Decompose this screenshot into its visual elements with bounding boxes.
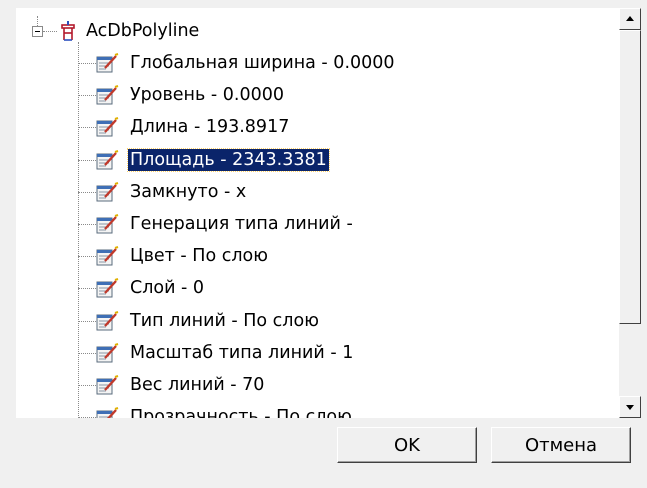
scroll-down-button[interactable] [619,396,641,418]
tree-line [78,159,96,161]
tree-line [78,417,96,418]
tree-line [37,16,38,26]
property-icon [96,246,119,266]
tree-root-node[interactable]: AcDbPolyline [60,15,201,47]
tree-line [78,191,96,193]
tree-item[interactable]: Прозрачность - По слою [96,401,354,418]
tree-item-label: Длина - 193.8917 [130,117,290,138]
tree-item[interactable]: Площадь - 2343.3381 [96,144,330,176]
tree-item-label: Вес линий - 70 [130,375,265,395]
tree-item[interactable]: Цвет - По слою [96,240,270,272]
tree-item-label: Прозрачность - По слою [130,407,352,418]
arrow-up-icon [626,16,634,21]
tree-item[interactable]: Генерация типа линий - [96,208,355,240]
collapse-toggle[interactable] [32,26,43,37]
tree-content: AcDbPolyline Глобальная ширина - 0.0000 У… [16,8,619,418]
tree-root-label: AcDbPolyline [86,21,200,41]
tree-item[interactable]: Уровень - 0.0000 [96,79,286,111]
tree-item[interactable]: Тип линий - По слою [96,305,321,337]
property-icon [96,278,119,298]
tree-item[interactable]: Масштаб типа линий - 1 [96,337,355,369]
tree-line [78,224,96,225]
tree-line [78,63,96,64]
tree-item[interactable]: Замкнуто - x [96,176,248,208]
property-icon [96,53,119,73]
tree-line [78,127,96,129]
tree-line [78,256,96,258]
tree-item-label: Слой - 0 [130,278,205,299]
property-icon [96,149,119,170]
properties-dialog: AcDbPolyline Глобальная ширина - 0.0000 У… [0,0,647,488]
tree-item-label: Тип линий - По слою [130,310,319,331]
property-icon [96,375,119,395]
tree-line [78,42,79,418]
property-icon [96,214,119,234]
tree-line [78,320,96,322]
tree-item[interactable]: Вес линий - 70 [96,369,266,401]
tree-item-label: Генерация типа линий - [130,214,353,234]
cancel-button[interactable]: Отмена [491,427,631,463]
tree-item[interactable]: Слой - 0 [96,272,206,304]
property-icon [96,117,119,137]
vertical-scrollbar[interactable] [619,8,641,418]
tree-line [78,288,96,290]
tree-line [43,31,57,32]
tree-item-label: Замкнуто - x [130,181,247,202]
arrow-down-icon [626,405,634,410]
ok-button[interactable]: OK [337,427,477,463]
tree-item-label: Цвет - По слою [130,246,268,267]
tree-line [78,352,96,354]
property-icon [96,342,119,363]
tree-item-label: Глобальная ширина - 0.0000 [130,53,395,73]
scroll-thumb[interactable] [619,30,641,324]
property-tree-view[interactable]: AcDbPolyline Глобальная ширина - 0.0000 У… [16,8,641,418]
tree-item-label: Уровень - 0.0000 [130,85,284,106]
tree-item[interactable]: Глобальная ширина - 0.0000 [96,47,397,79]
tree-item-label: Масштаб типа линий - 1 [130,342,354,363]
property-icon [96,407,119,418]
property-icon [96,85,119,105]
scroll-up-button[interactable] [619,8,641,30]
property-icon [96,181,119,202]
tree-line [78,385,96,386]
tree-item-label: Площадь - 2343.3381 [127,147,330,172]
tree-line [78,95,96,97]
property-icon [96,310,119,331]
polyline-object-icon [61,21,75,41]
tree-item[interactable]: Длина - 193.8917 [96,111,291,143]
